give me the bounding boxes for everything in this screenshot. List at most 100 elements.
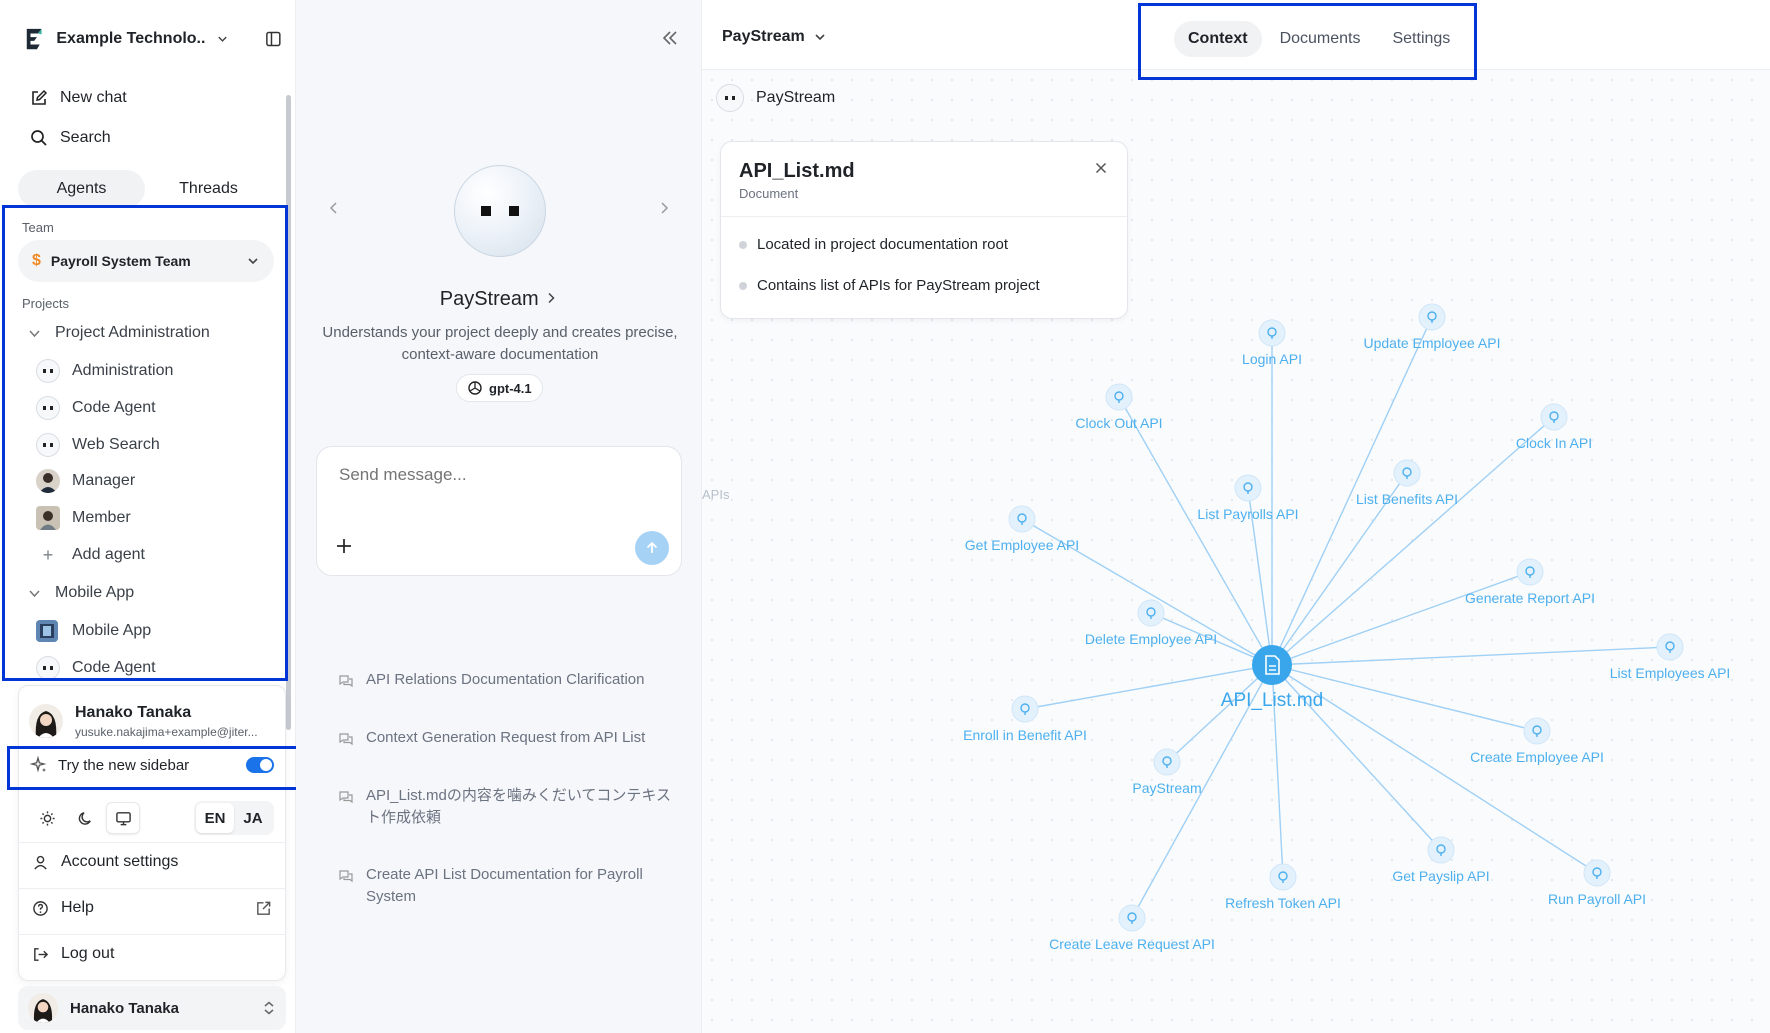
graph-node-label: Create Leave Request API	[1049, 936, 1215, 952]
sidebar-item-web-search[interactable]: Web Search	[36, 431, 160, 459]
divider	[18, 888, 286, 889]
new-chat-label: New chat	[60, 89, 127, 106]
thread-item[interactable]: API Relations Documentation Clarificatio…	[338, 669, 678, 691]
lang-ja-button[interactable]: JA	[234, 803, 272, 833]
app-avatar	[36, 620, 58, 642]
graph-node-label: Create Employee API	[1470, 749, 1604, 765]
thread-title: Create API List Documentation for Payrol…	[366, 866, 643, 905]
graph-node[interactable]: Create Employee API	[1470, 717, 1604, 765]
plus-icon[interactable]	[333, 535, 355, 557]
team-select[interactable]: $ Payroll System Team	[18, 240, 274, 282]
agent-icon	[36, 359, 60, 383]
logout-icon	[34, 947, 49, 961]
graph-node[interactable]: Get Payslip API	[1392, 836, 1490, 884]
graph-center-node[interactable]: API_List.md	[1221, 645, 1323, 711]
graph-node[interactable]: Refresh Token API	[1225, 863, 1341, 911]
thread-item[interactable]: Context Generation Request from API List	[338, 727, 678, 749]
project-group-header[interactable]: Project Administration	[28, 320, 210, 346]
divider	[721, 216, 1127, 217]
tab-threads[interactable]: Threads	[145, 170, 272, 208]
agent-name: PayStream	[439, 288, 539, 310]
sidebar-toggle-icon[interactable]	[265, 30, 282, 48]
graph-node[interactable]: List Payrolls API	[1197, 474, 1299, 522]
graph-node[interactable]: Update Employee API	[1364, 303, 1501, 351]
context-header: PayStream Context Documents Settings	[702, 0, 1770, 70]
graph-node[interactable]: Create Leave Request API	[1049, 904, 1215, 952]
logout-button[interactable]: Log out	[32, 940, 272, 968]
graph-node[interactable]: List Employees API	[1610, 633, 1731, 681]
graph-node-label: List Benefits API	[1356, 491, 1458, 507]
thread-item[interactable]: API_List.mdの内容を噛みくだいてコンテキスト作成依頼	[338, 785, 678, 829]
close-icon[interactable]	[1093, 160, 1109, 176]
doc-fact-text: Contains list of APIs for PayStream proj…	[757, 277, 1040, 294]
theme-lang-row: EN JA	[18, 798, 286, 838]
chevron-right-icon	[548, 292, 555, 304]
avatar	[28, 993, 58, 1023]
doc-fact: Located in project documentation root	[739, 236, 1008, 253]
sidebar-tabs: Agents Threads	[18, 170, 272, 208]
agent-title[interactable]: PayStream	[296, 288, 702, 311]
collapse-panel-icon[interactable]	[660, 28, 680, 48]
tab-context[interactable]: Context	[1174, 21, 1262, 57]
light-theme-button[interactable]	[30, 802, 64, 834]
graph-node[interactable]: Get Employee API	[965, 505, 1079, 553]
project-group-header[interactable]: Mobile App	[28, 580, 134, 606]
context-graph[interactable]: Login API Update Employee API Clock Out AP…	[702, 70, 1770, 1033]
chevron-left-icon[interactable]	[326, 200, 342, 216]
tab-settings[interactable]: Settings	[1378, 21, 1464, 57]
sidebar-item-code-agent-mobile[interactable]: Code Agent	[36, 654, 156, 682]
user-icon	[34, 855, 47, 870]
dark-theme-button[interactable]	[68, 802, 102, 834]
team-section-label: Team	[22, 220, 54, 235]
new-sidebar-toggle-row[interactable]: Try the new sidebar	[12, 745, 286, 785]
send-button[interactable]	[635, 531, 669, 565]
graph-node[interactable]: List Benefits API	[1356, 459, 1458, 507]
help-button[interactable]: Help	[32, 894, 272, 922]
sidebar-item-mobile-app[interactable]: Mobile App	[36, 617, 151, 645]
help-label: Help	[61, 899, 94, 916]
project-group-name: Project Administration	[55, 324, 210, 341]
add-agent-button[interactable]: + Add agent	[36, 541, 145, 569]
graph-node[interactable]: Delete Employee API	[1085, 599, 1217, 647]
new-sidebar-toggle[interactable]	[246, 757, 274, 773]
graph-node[interactable]: Clock In API	[1516, 403, 1592, 451]
edit-icon	[32, 89, 48, 105]
help-circle-icon	[33, 900, 48, 916]
sidebar-item-member[interactable]: Member	[36, 504, 131, 532]
chevron-down-icon	[29, 589, 40, 597]
doc-type: Document	[739, 186, 799, 201]
chevron-right-icon[interactable]	[656, 200, 672, 216]
account-switcher[interactable]: Hanako Tanaka	[18, 986, 286, 1030]
chevron-down-icon	[248, 258, 258, 265]
graph-edge	[1118, 396, 1273, 666]
graph-node[interactable]: Login API	[1242, 319, 1302, 367]
lang-en-button[interactable]: EN	[196, 803, 234, 833]
sidebar-item-manager[interactable]: Manager	[36, 467, 135, 495]
org-switcher[interactable]: Example Technolo...	[24, 24, 282, 54]
graph-node[interactable]: Enroll in Benefit API	[963, 695, 1087, 743]
model-badge[interactable]: gpt-4.1	[456, 374, 543, 402]
account-settings-button[interactable]: Account settings	[32, 848, 272, 876]
graph-node[interactable]: Run Payroll API	[1548, 859, 1646, 907]
moon-icon	[78, 811, 91, 825]
app-window: Example Technolo... New chat Search Agen…	[0, 0, 1770, 1033]
graph-node[interactable]: Clock Out API	[1075, 383, 1163, 431]
monitor-icon	[115, 811, 131, 825]
message-input[interactable]	[339, 465, 659, 485]
sidebar-scrollbar[interactable]	[286, 95, 291, 730]
tab-documents[interactable]: Documents	[1266, 21, 1375, 57]
sidebar-item-label: Member	[72, 509, 131, 526]
thread-item[interactable]: Create API List Documentation for Payrol…	[338, 864, 678, 908]
project-dropdown[interactable]: PayStream	[722, 28, 827, 46]
search-button[interactable]: Search	[30, 124, 111, 152]
graph-node[interactable]: PayStream	[1132, 748, 1202, 796]
sidebar-item-administration[interactable]: Administration	[36, 357, 173, 385]
tab-agents[interactable]: Agents	[18, 170, 145, 208]
user-email: yusuke.nakajima+example@jiter...	[75, 724, 258, 739]
system-theme-button[interactable]	[106, 802, 140, 834]
graph-node-label: Update Employee API	[1364, 335, 1501, 351]
sidebar-item-code-agent[interactable]: Code Agent	[36, 394, 156, 422]
chat-icon	[339, 733, 353, 746]
new-chat-button[interactable]: New chat	[30, 84, 127, 112]
graph-node[interactable]: Generate Report API	[1465, 558, 1595, 606]
